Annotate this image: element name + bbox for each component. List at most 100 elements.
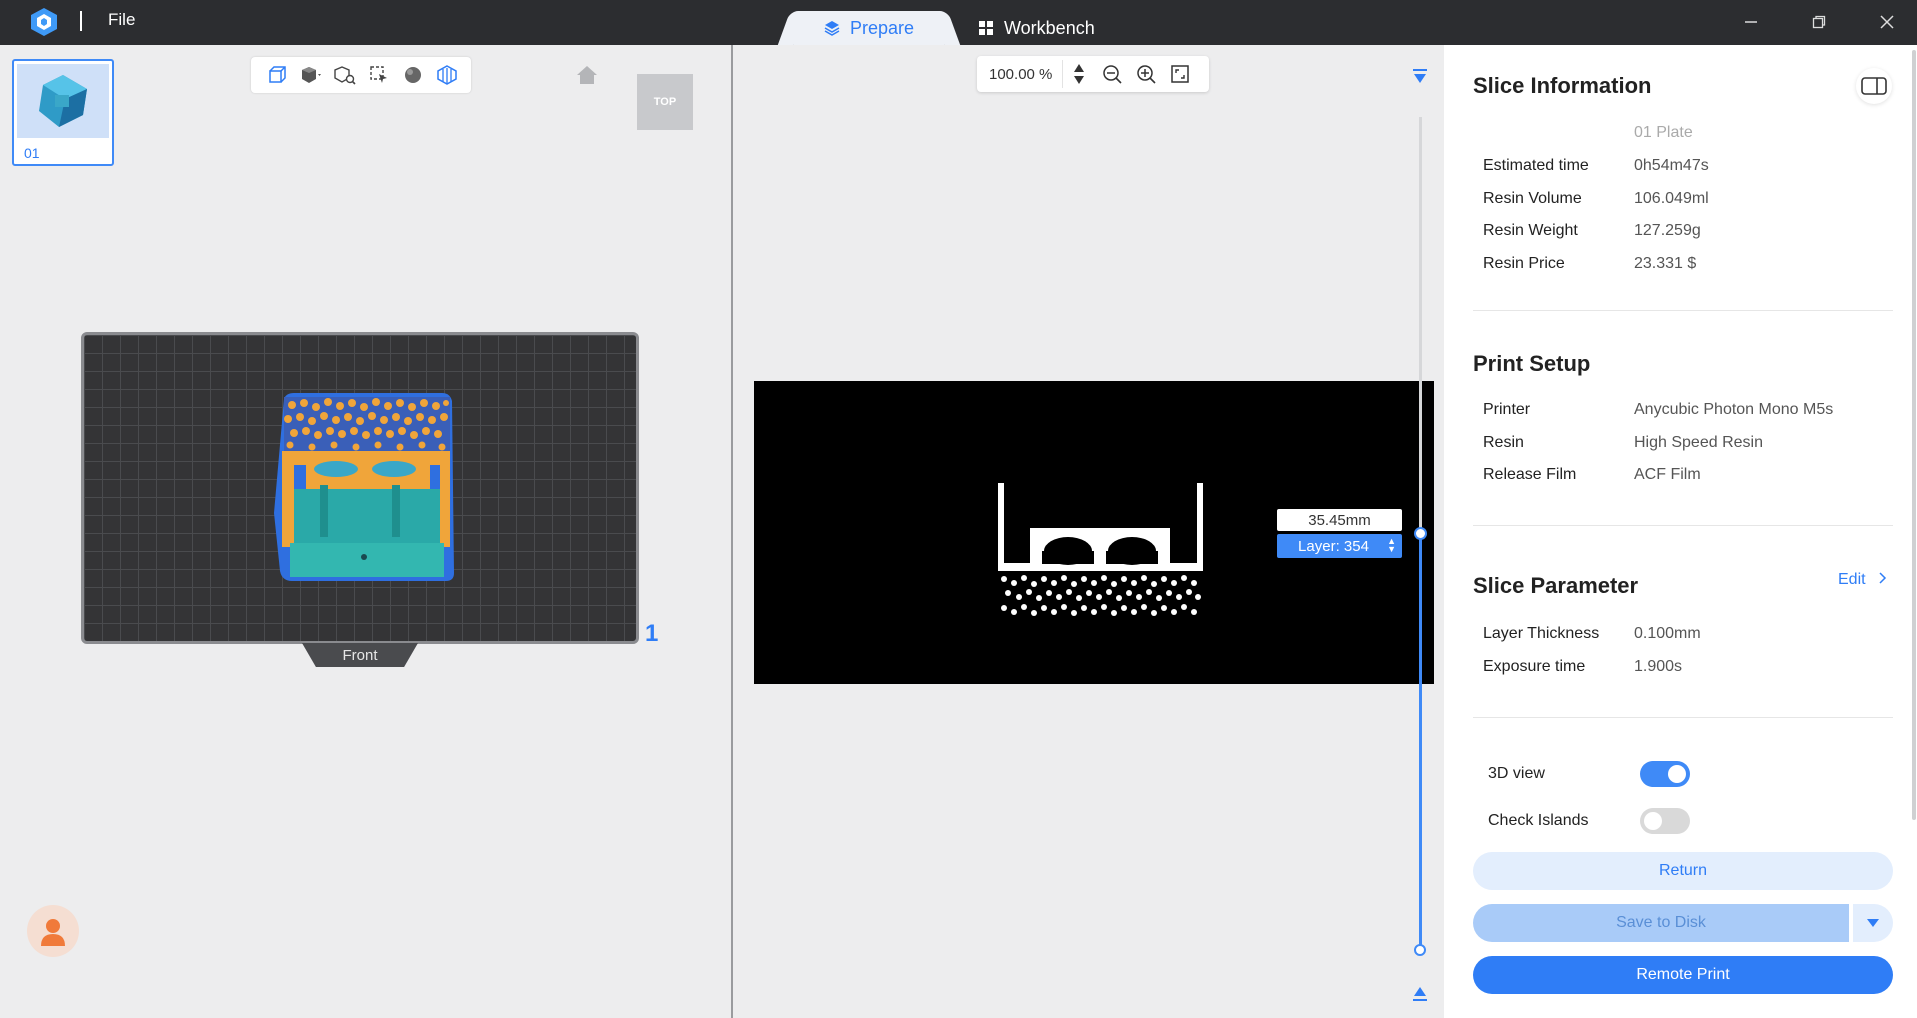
edit-parameters-link[interactable]: Edit <box>1838 571 1888 589</box>
restore-button[interactable] <box>1804 8 1834 36</box>
plate-name: 01 Plate <box>1634 124 1693 141</box>
panel-scrollbar[interactable] <box>1912 50 1916 820</box>
sphere-icon <box>405 67 421 83</box>
remote-print-button[interactable]: Remote Print <box>1473 956 1893 994</box>
chevron-down-icon <box>1867 919 1879 927</box>
zoom-in-button[interactable] <box>1129 59 1163 89</box>
layer-outline <box>998 483 1203 616</box>
return-button[interactable]: Return <box>1473 852 1893 890</box>
resin-price-value: 23.331 $ <box>1634 255 1697 272</box>
model-3d[interactable] <box>272 393 456 583</box>
resin-weight-label: Resin Weight <box>1483 222 1578 239</box>
zoom-out-button[interactable] <box>1095 59 1129 89</box>
zoom-out-icon <box>1103 65 1122 84</box>
edit-label: Edit <box>1838 571 1866 588</box>
layer-number-input[interactable]: Layer: 354 ▲ ▼ <box>1277 534 1402 558</box>
view3d-toggle[interactable] <box>1640 761 1690 787</box>
solid-cube-icon <box>302 67 321 83</box>
plate-thumbnail[interactable]: 01 <box>12 59 114 166</box>
layer-slider-track[interactable] <box>1419 117 1422 533</box>
sphere-view-button[interactable] <box>399 61 427 89</box>
plate-label: 01 <box>24 145 40 161</box>
slice-parameter-title: Slice Parameter <box>1473 573 1639 598</box>
home-icon[interactable] <box>576 65 598 85</box>
release-film-value: ACF Film <box>1634 466 1701 483</box>
save-options-dropdown[interactable] <box>1853 904 1893 942</box>
view-cube-button[interactable] <box>263 61 291 89</box>
view-cube[interactable]: TOP <box>637 74 693 130</box>
select-cursor-icon <box>370 66 387 83</box>
grid-icon <box>979 21 993 35</box>
check-islands-toggle[interactable] <box>1640 808 1690 834</box>
layer-slider-fill[interactable] <box>1419 533 1422 948</box>
plate-thumbnail-image <box>17 64 109 138</box>
chevron-down-icon <box>1074 76 1084 84</box>
tab-workbench-label: Workbench <box>1004 17 1095 38</box>
divider <box>1473 525 1893 526</box>
close-icon <box>1880 15 1894 29</box>
layer-slider-bottom-handle[interactable] <box>1414 944 1426 956</box>
zoom-stepper[interactable] <box>1069 64 1089 84</box>
select-button[interactable] <box>365 61 393 89</box>
resin-label: Resin <box>1483 434 1524 451</box>
toggle-knob <box>1644 812 1662 830</box>
file-menu[interactable]: File <box>108 10 135 30</box>
resin-weight-value: 127.259g <box>1634 222 1701 239</box>
printer-label: Printer <box>1483 401 1531 418</box>
exposure-time-label: Exposure time <box>1483 658 1586 675</box>
resin-value: High Speed Resin <box>1634 434 1763 451</box>
release-film-label: Release Film <box>1483 466 1577 483</box>
jump-to-bottom-icon[interactable] <box>1411 984 1429 1002</box>
divider <box>1473 310 1893 311</box>
printer-value: Anycubic Photon Mono M5s <box>1634 401 1834 418</box>
zoom-in-icon <box>1137 65 1156 84</box>
save-to-disk-button[interactable]: Save to Disk <box>1473 904 1849 942</box>
minimize-button[interactable] <box>1736 8 1766 36</box>
jump-to-top-icon[interactable] <box>1411 68 1429 86</box>
layer-height-readout: 35.45mm <box>1277 509 1402 531</box>
layer-thickness-value: 0.100mm <box>1634 625 1701 642</box>
panel-toggle-icon <box>1861 77 1887 95</box>
cube-search-icon <box>334 66 356 85</box>
tab-prepare-label: Prepare <box>849 17 915 38</box>
check-islands-label: Check Islands <box>1488 812 1589 829</box>
estimated-time-label: Estimated time <box>1483 157 1589 174</box>
exposure-time-value: 1.900s <box>1634 658 1683 675</box>
chevron-right-icon <box>1879 572 1887 584</box>
slice-view-button[interactable] <box>433 61 461 89</box>
view3d-label: 3D view <box>1488 765 1545 782</box>
minimize-icon <box>1745 21 1757 23</box>
front-label: Front <box>302 643 418 667</box>
title-bar: File Prepare Workbench <box>0 0 1917 45</box>
layer-number-label: Layer: 354 <box>1298 537 1369 555</box>
plate-number: 1 <box>645 620 659 647</box>
zoom-input[interactable]: 100.00 % <box>983 60 1063 88</box>
title-separator <box>80 11 82 31</box>
resin-volume-label: Resin Volume <box>1483 190 1582 207</box>
resin-price-label: Resin Price <box>1483 255 1565 272</box>
layer-thickness-label: Layer Thickness <box>1483 625 1600 642</box>
fit-view-button[interactable] <box>1163 59 1197 89</box>
zoom-toolbar: 100.00 % <box>977 56 1209 92</box>
layers-icon <box>824 21 840 36</box>
chevron-up-icon <box>1074 64 1084 72</box>
estimated-time-value: 0h54m47s <box>1634 157 1709 174</box>
divider <box>1473 717 1893 718</box>
close-button[interactable] <box>1872 8 1902 36</box>
app-logo-icon[interactable] <box>28 6 60 38</box>
collapse-panel-button[interactable] <box>1856 68 1892 104</box>
inspect-view-button[interactable] <box>331 61 359 89</box>
user-avatar[interactable] <box>27 905 79 957</box>
view-toolbar <box>251 57 471 93</box>
restore-icon <box>1812 15 1826 29</box>
tab-prepare[interactable]: Prepare <box>794 11 944 45</box>
resin-volume-value: 106.049ml <box>1634 190 1709 207</box>
tab-workbench[interactable]: Workbench <box>978 11 1118 45</box>
fit-screen-icon <box>1171 65 1189 83</box>
solid-view-button[interactable] <box>297 61 325 89</box>
toggle-knob <box>1668 765 1686 783</box>
user-icon <box>41 919 65 946</box>
layer-slider-handle[interactable] <box>1414 527 1427 540</box>
print-setup-title: Print Setup <box>1473 351 1591 376</box>
layer-stepper-icon[interactable]: ▲ ▼ <box>1387 537 1396 554</box>
